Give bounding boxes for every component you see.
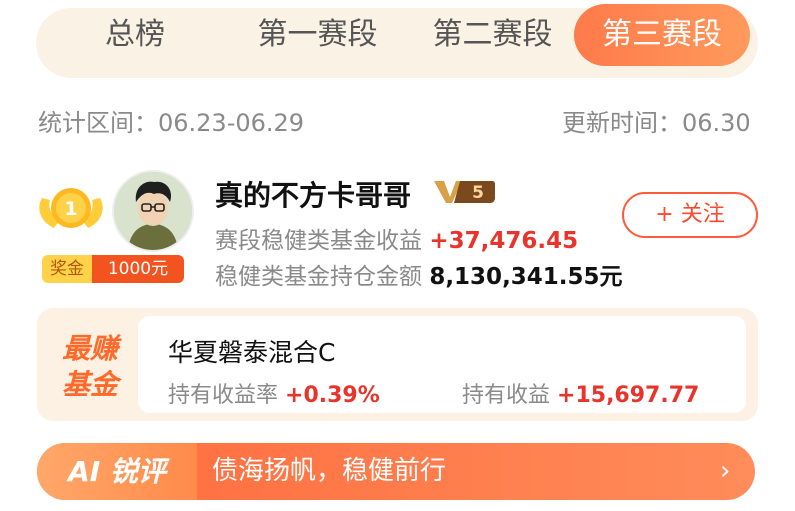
fund-rate-row: 持有收益率 +0.39% bbox=[168, 377, 380, 409]
holding-label: 稳健类基金持仓金额 bbox=[215, 264, 422, 290]
gold-medal-icon: 1 bbox=[39, 188, 103, 228]
fund-rate-value: +0.39% bbox=[285, 383, 380, 408]
tab-stage-2[interactable]: 第二赛段 bbox=[415, 0, 570, 70]
holding-value: 8,130,341.55元 bbox=[429, 264, 623, 290]
tab-overall[interactable]: 总榜 bbox=[70, 0, 200, 70]
stat-range: 统计区间：06.23-06.29 bbox=[38, 109, 305, 137]
level-badge-icon: 5 bbox=[434, 181, 495, 203]
ai-review-label: AI 锐评 bbox=[37, 443, 197, 500]
stage-return-value: +37,476.45 bbox=[429, 228, 579, 254]
best-fund-tag: 最赚 基金 bbox=[50, 331, 130, 403]
level-number: 5 bbox=[472, 183, 484, 203]
prize-value: 1000元 bbox=[92, 255, 184, 283]
fund-rate-label: 持有收益率 bbox=[168, 383, 279, 408]
update-time: 更新时间：06.30 bbox=[562, 109, 751, 137]
fund-profit-value: +15,697.77 bbox=[557, 383, 700, 408]
best-fund-tag-line2: 基金 bbox=[61, 368, 118, 401]
prize-badge: 奖金 1000元 bbox=[42, 255, 184, 283]
tab-stage-1[interactable]: 第一赛段 bbox=[240, 0, 395, 70]
stage-return-row: 赛段稳健类基金收益 +37,476.45 bbox=[215, 221, 578, 255]
rank-number: 1 bbox=[64, 198, 77, 220]
ai-review-text: 债海扬帆，稳健前行 bbox=[212, 456, 447, 486]
holding-row: 稳健类基金持仓金额 8,130,341.55元 bbox=[215, 257, 623, 291]
fund-name[interactable]: 华夏磐泰混合C bbox=[168, 333, 335, 369]
prize-key: 奖金 bbox=[42, 255, 92, 283]
user-name[interactable]: 真的不方卡哥哥 bbox=[215, 174, 411, 214]
fund-profit-row: 持有收益 +15,697.77 bbox=[462, 377, 699, 409]
chevron-right-icon[interactable]: › bbox=[720, 443, 730, 500]
best-fund-tag-line1: 最赚 bbox=[61, 332, 118, 365]
avatar[interactable] bbox=[112, 170, 194, 252]
stage-return-label: 赛段稳健类基金收益 bbox=[215, 228, 422, 254]
tab-stage-3[interactable]: 第三赛段 bbox=[574, 4, 750, 66]
follow-button[interactable]: + 关注 bbox=[622, 192, 758, 238]
fund-profit-label: 持有收益 bbox=[462, 383, 551, 408]
